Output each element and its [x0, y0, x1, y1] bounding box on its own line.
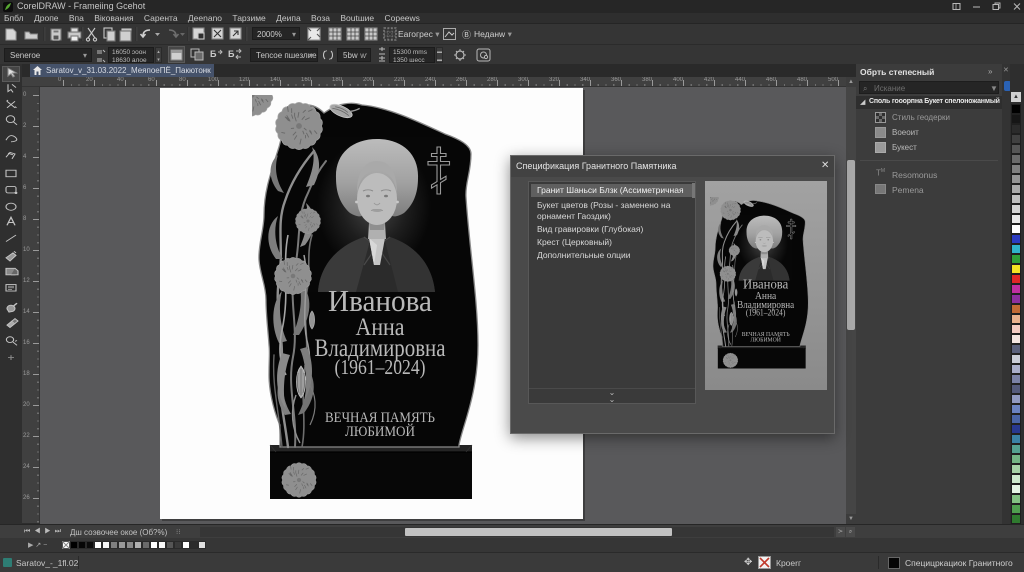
svg-text:Б: Б	[228, 49, 235, 59]
svg-text:Б: Б	[210, 49, 217, 59]
